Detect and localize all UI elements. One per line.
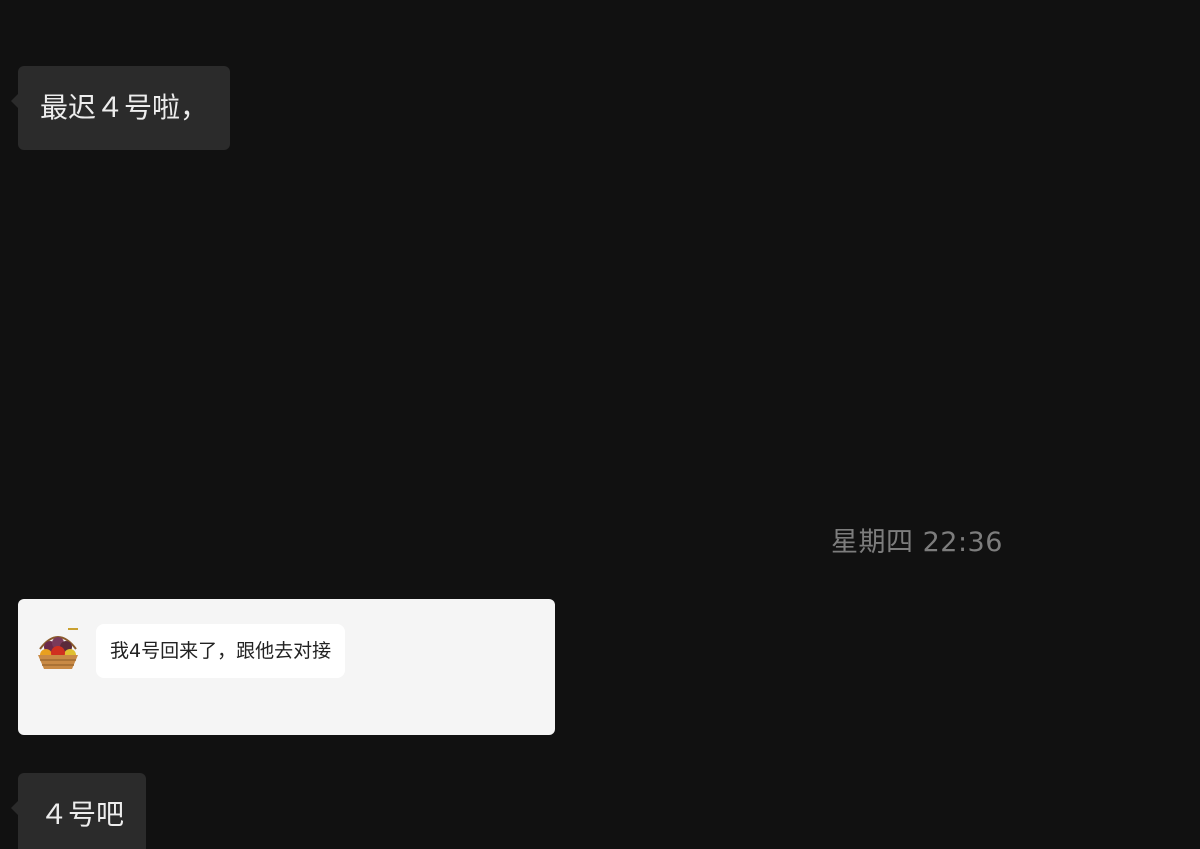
- message-text: 最迟４号啦，: [40, 91, 209, 124]
- fruit-basket-icon: [32, 623, 84, 675]
- message-text: ４号吧: [40, 798, 125, 831]
- chat-view: 最迟４号啦， 星期四 22:36 我4号回来了，跟他去对接 ４号吧: [0, 0, 1200, 849]
- message-bubble[interactable]: 最迟４号啦，: [10, 66, 231, 150]
- message-bubble[interactable]: ４号吧: [10, 773, 147, 849]
- quoted-message-text: 我4号回来了，跟他去对接: [96, 624, 346, 678]
- message-timestamp: 星期四 22:36: [831, 527, 1003, 558]
- screenshot-image-message[interactable]: 我4号回来了，跟他去对接: [18, 599, 555, 735]
